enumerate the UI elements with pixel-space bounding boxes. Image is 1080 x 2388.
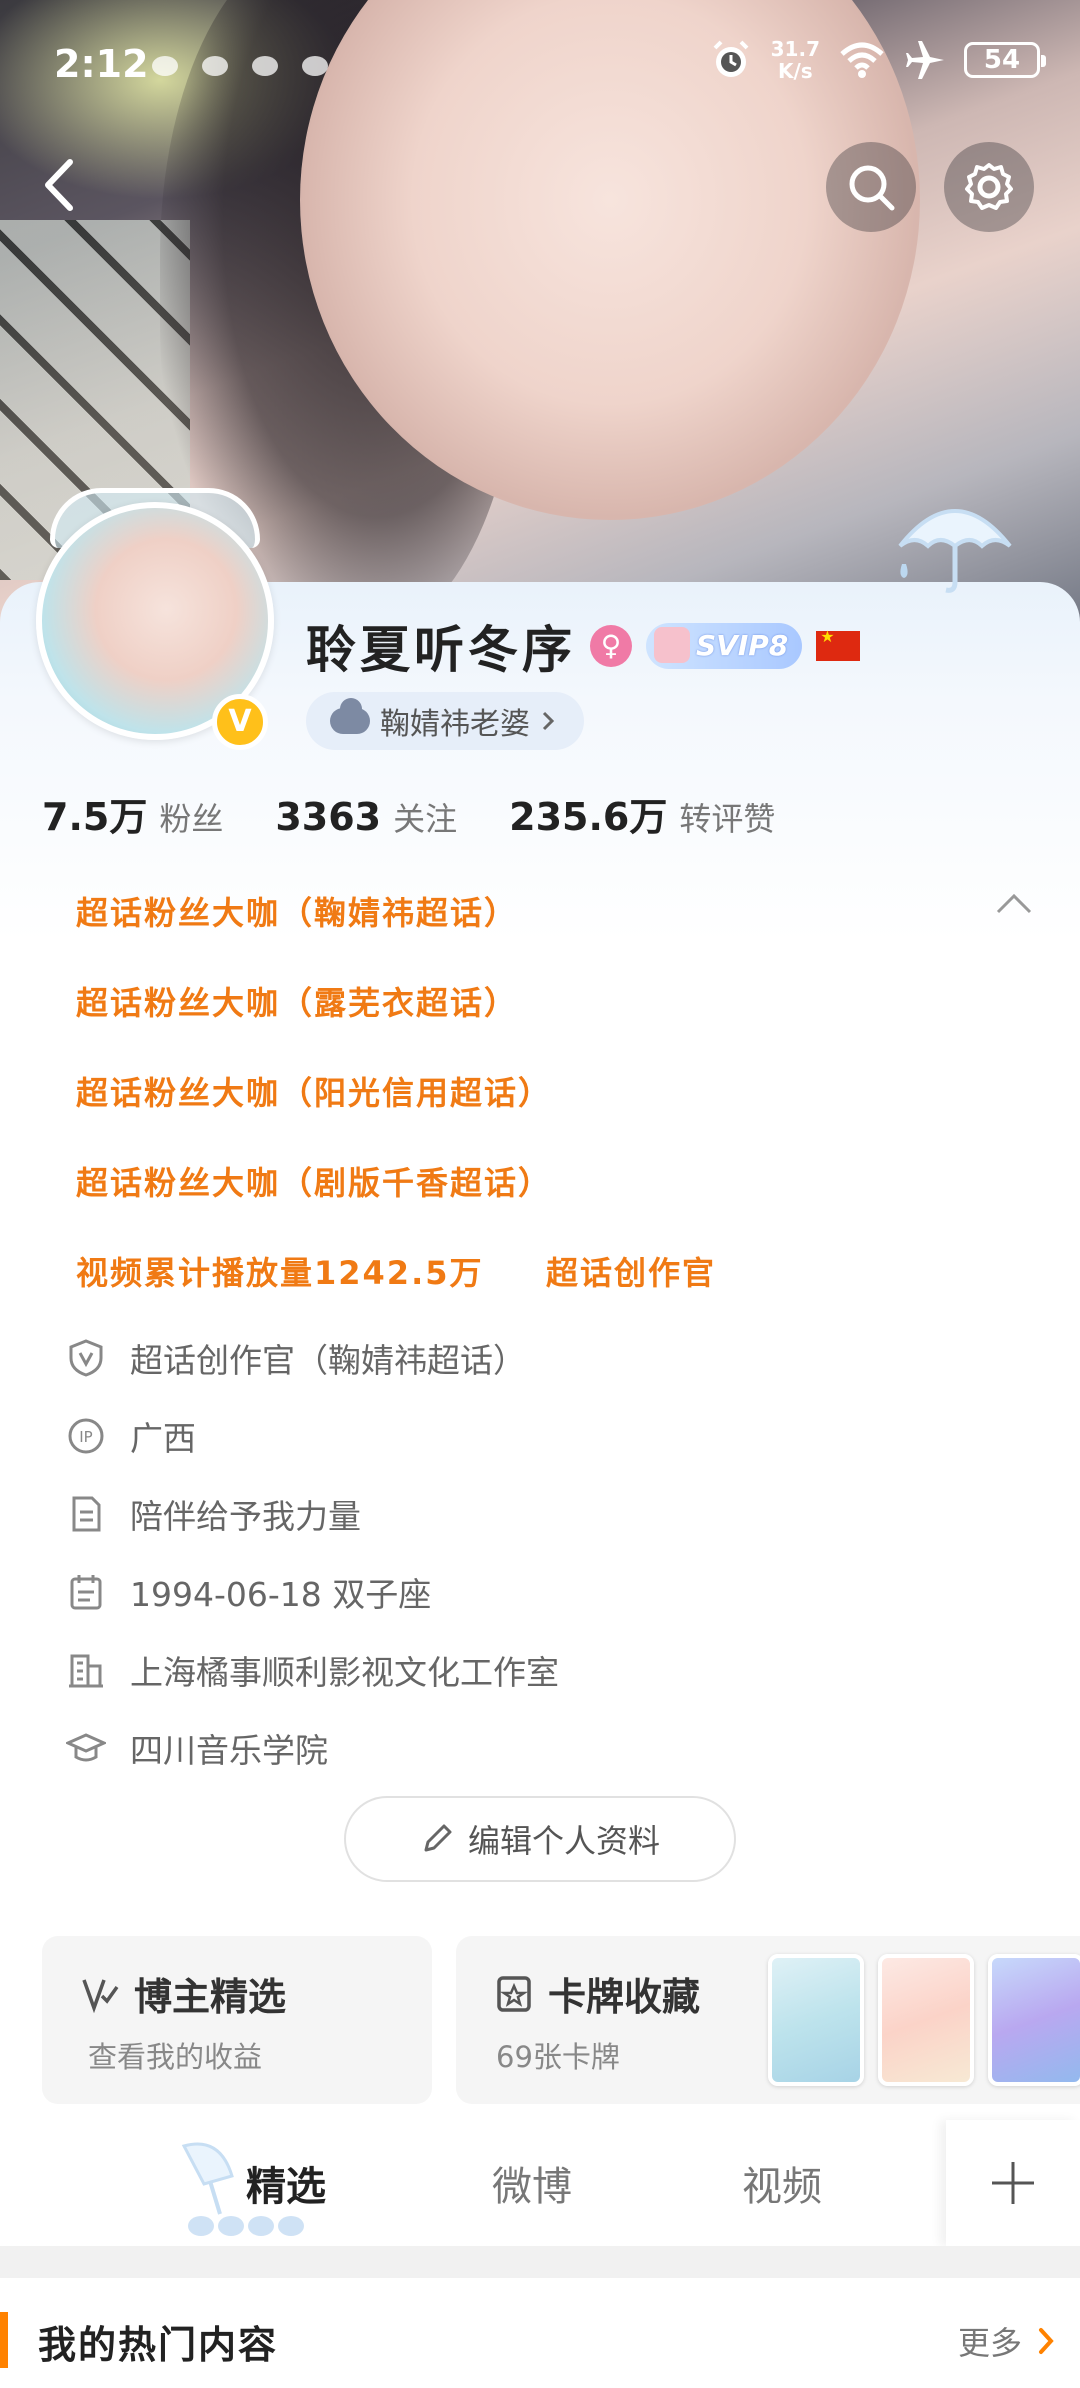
notification-icon xyxy=(202,56,228,76)
following-count[interactable]: 3363 xyxy=(275,795,381,839)
followers-label[interactable]: 粉丝 xyxy=(159,794,223,840)
chevron-right-icon xyxy=(542,711,555,731)
info-company: 上海橘事顺利影视文化工作室 xyxy=(66,1646,559,1694)
info-location: IP 广西 xyxy=(66,1412,196,1460)
video-plays-badge[interactable]: 视频累计播放量1242.5万 xyxy=(76,1248,484,1294)
net-speed: 31.7 K/s xyxy=(771,38,820,82)
engagement-count[interactable]: 235.6万 xyxy=(509,786,667,841)
notification-icons xyxy=(152,56,328,76)
notification-icon xyxy=(252,56,278,76)
engagement-label[interactable]: 转评赞 xyxy=(679,794,775,840)
svip-badge[interactable]: SVIP8 xyxy=(646,623,803,669)
status-bar: 2:12 31.7 K/s 54 xyxy=(0,0,1080,130)
followers-count[interactable]: 7.5万 xyxy=(42,786,147,841)
supertopic-fan-badge[interactable]: 超话粉丝大咖（露芜衣超话） xyxy=(76,978,518,1024)
section-divider xyxy=(0,2246,1080,2278)
cloud-icon xyxy=(330,698,370,734)
search-icon xyxy=(849,165,895,211)
hot-content-header: 我的热门内容 更多 xyxy=(0,2278,1080,2388)
stats-row: 7.5万 粉丝 3363 关注 235.6万 转评赞 xyxy=(42,786,827,841)
umbrella-tab-decoration xyxy=(181,2142,234,2215)
notification-icon xyxy=(302,56,328,76)
more-link[interactable]: 更多 xyxy=(958,2318,1056,2364)
ip-icon: IP xyxy=(66,1416,106,1456)
supertopic-tag[interactable]: 鞠婧祎老婆 xyxy=(306,692,584,750)
collectible-card-thumbnail[interactable] xyxy=(768,1954,864,2086)
tab-featured[interactable]: 精选 xyxy=(246,2154,326,2212)
collectible-card-thumbnail[interactable] xyxy=(988,1954,1080,2086)
chevron-right-icon xyxy=(1039,2328,1054,2354)
blogger-picks-title: 博主精选 xyxy=(80,1966,286,2021)
supertopic-fan-badge[interactable]: 超话粉丝大咖（鞠婧祎超话） xyxy=(76,888,518,934)
card-collection-subtitle: 69张卡牌 xyxy=(496,2040,620,2074)
gear-icon xyxy=(965,163,1013,210)
profile-card xyxy=(0,582,1080,2388)
status-time: 2:12 xyxy=(54,42,149,86)
alarm-icon xyxy=(713,40,749,77)
username: 聆夏听冬序 xyxy=(306,621,576,679)
more-label: 更多 xyxy=(957,2324,1022,2362)
shield-v-icon xyxy=(66,1338,106,1378)
search-button[interactable] xyxy=(826,142,916,232)
info-school: 四川音乐学院 xyxy=(66,1724,328,1772)
creator-badge[interactable]: 超话创作官 xyxy=(546,1248,716,1294)
edit-profile-label: 编辑个人资料 xyxy=(467,1822,660,1860)
collectible-card-thumbnail[interactable] xyxy=(878,1954,974,2086)
info-bio: 陪伴给予我力量 xyxy=(66,1490,361,1538)
plus-icon xyxy=(992,2162,1034,2204)
card-collection-card[interactable]: 卡牌收藏 69张卡牌 xyxy=(456,1936,1080,2104)
graduation-cap-icon xyxy=(66,1728,106,1768)
net-speed-unit: K/s xyxy=(777,59,813,83)
hot-content-title: 我的热门内容 xyxy=(38,2323,279,2367)
blogger-picks-label: 博主精选 xyxy=(134,1975,287,2019)
blogger-picks-card[interactable]: 博主精选 查看我的收益 xyxy=(42,1936,432,2104)
pencil-icon xyxy=(424,1824,452,1852)
card-collection-label: 卡牌收藏 xyxy=(548,1975,701,2019)
airplane-icon xyxy=(906,41,944,79)
info-bio-text: 陪伴给予我力量 xyxy=(130,1497,361,1536)
notification-icon xyxy=(152,56,178,76)
supertopic-tag-label: 鞠婧祎老婆 xyxy=(380,707,530,742)
settings-button[interactable] xyxy=(944,142,1034,232)
supertopic-fan-badge[interactable]: 超话粉丝大咖（剧版千香超话） xyxy=(76,1158,552,1204)
umbrella-decoration xyxy=(898,509,1012,593)
following-label[interactable]: 关注 xyxy=(393,794,457,840)
name-row: 聆夏听冬序 ♀ SVIP8 xyxy=(306,610,861,682)
china-flag-icon xyxy=(816,627,861,661)
card-collection-title: 卡牌收藏 xyxy=(494,1966,700,2021)
tab-weibo[interactable]: 微博 xyxy=(492,2154,572,2212)
info-creator: 超话创作官（鞠婧祎超话） xyxy=(66,1334,526,1382)
document-icon xyxy=(66,1494,106,1534)
verified-badge[interactable]: V xyxy=(212,694,268,750)
info-birthday-text: 1994-06-18 双子座 xyxy=(130,1575,432,1614)
tab-video[interactable]: 视频 xyxy=(742,2154,822,2212)
female-gender-icon: ♀ xyxy=(590,625,632,667)
info-location-text: 广西 xyxy=(130,1419,196,1458)
status-right: 31.7 K/s 54 xyxy=(709,38,1046,82)
chevron-up-icon[interactable] xyxy=(992,886,1036,922)
v-check-icon xyxy=(82,1978,119,2013)
net-speed-value: 31.7 xyxy=(770,37,820,61)
svg-text:IP: IP xyxy=(79,1428,92,1446)
blogger-picks-subtitle: 查看我的收益 xyxy=(88,2040,263,2074)
battery-indicator: 54 xyxy=(964,42,1046,78)
wifi-icon xyxy=(840,42,884,78)
supertopic-fan-badge[interactable]: 超话粉丝大咖（阳光信用超话） xyxy=(76,1068,552,1114)
info-company-text: 上海橘事顺利影视文化工作室 xyxy=(130,1653,559,1692)
back-icon[interactable] xyxy=(30,150,90,220)
section-accent-bar xyxy=(0,2312,8,2368)
add-tab-button[interactable] xyxy=(946,2120,1080,2246)
info-birthday: 1994-06-18 双子座 xyxy=(66,1568,431,1616)
info-school-text: 四川音乐学院 xyxy=(130,1731,328,1770)
building-icon xyxy=(66,1650,106,1690)
calendar-icon xyxy=(66,1572,106,1612)
content-tabs: 精选 微博 视频 xyxy=(0,2120,1080,2246)
card-star-icon xyxy=(497,1975,531,2012)
info-creator-text: 超话创作官（鞠婧祎超话） xyxy=(130,1341,526,1380)
edit-profile-button[interactable]: 编辑个人资料 xyxy=(344,1796,736,1882)
tab-deco-clouds xyxy=(188,2216,304,2236)
